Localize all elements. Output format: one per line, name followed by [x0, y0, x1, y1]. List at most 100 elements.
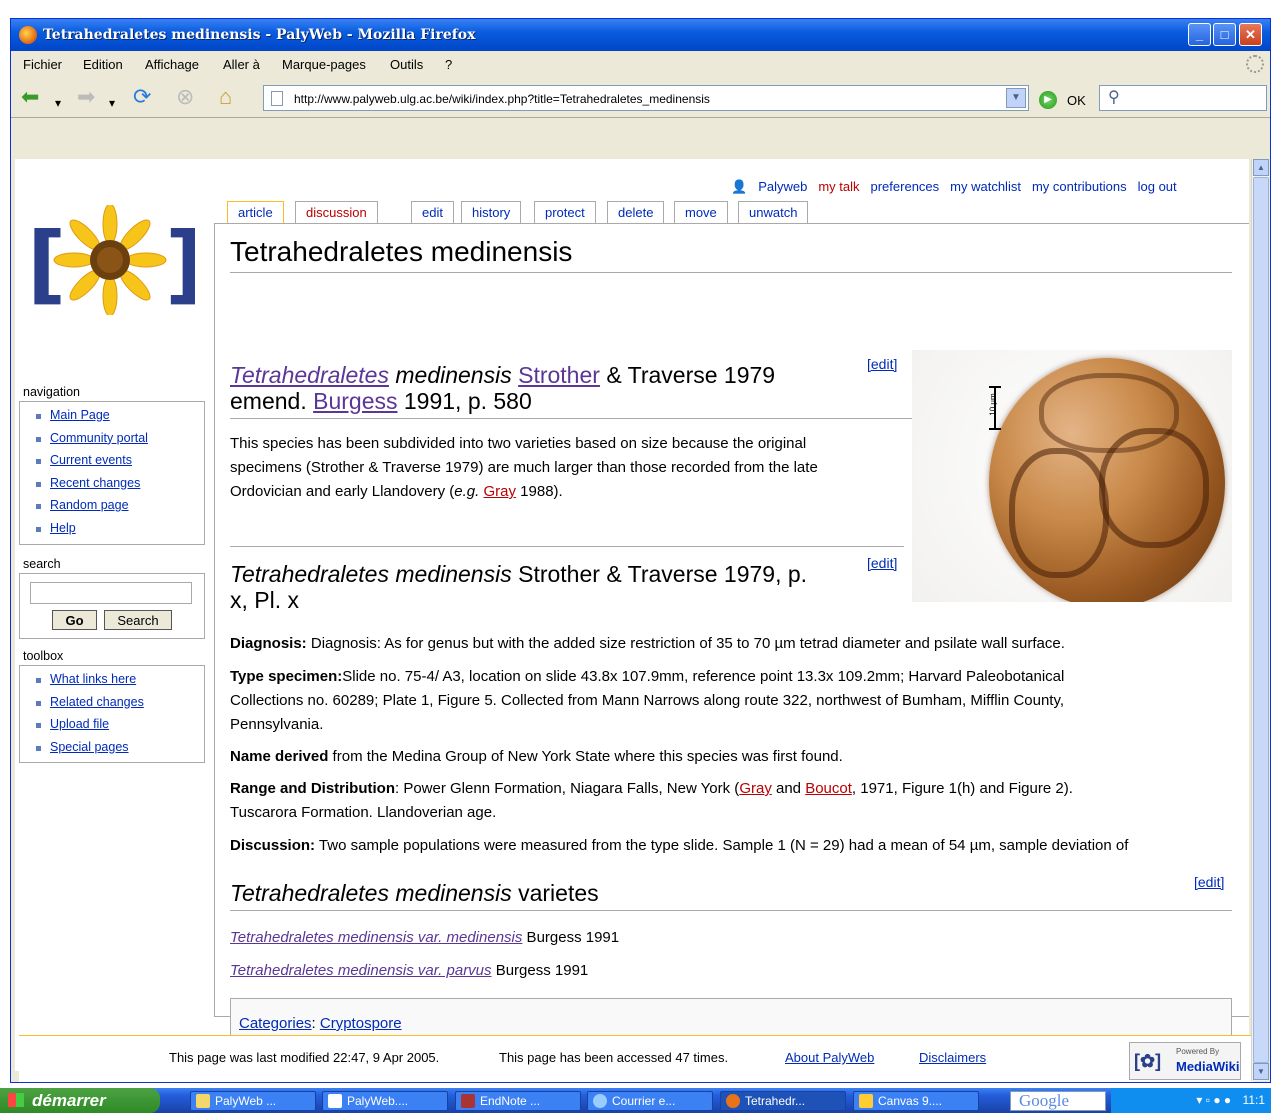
range-paragraph: Range and Distribution: Power Glenn Form…	[230, 777, 1240, 825]
range-text: Tuscarora Formation. Llandoverian age.	[230, 804, 497, 821]
variety-medinensis-link[interactable]: Tetrahedraletes medinensis var. medinens…	[230, 929, 522, 946]
gray-link[interactable]: Gray	[484, 483, 517, 500]
divider	[230, 546, 904, 547]
menu-edition[interactable]: Edition	[83, 57, 123, 72]
disclaimers-link[interactable]: Disclaimers	[919, 1050, 986, 1065]
search-button[interactable]: Search	[104, 610, 172, 630]
back-dropdown-icon[interactable]: ▾	[55, 91, 61, 115]
edit-section-3-link[interactable]: [edit]	[1194, 874, 1224, 890]
burgess-link[interactable]: Burgess	[313, 388, 397, 414]
scroll-up-icon[interactable]: ▲	[1253, 159, 1269, 176]
menu-help[interactable]: ?	[445, 57, 452, 72]
tab-protect[interactable]: protect	[534, 201, 596, 225]
nav-random-page[interactable]: Random page	[50, 498, 129, 512]
tab-unwatch[interactable]: unwatch	[738, 201, 809, 225]
task-palyweb-folder[interactable]: PalyWeb ...	[190, 1091, 316, 1111]
cryptospore-category-link[interactable]: Cryptospore	[320, 1015, 402, 1032]
palyweb-logo[interactable]: [ ]	[25, 203, 204, 317]
vertical-scrollbar[interactable]: ▲ ▼	[1251, 159, 1269, 1081]
toolbox-upload-file[interactable]: Upload file	[50, 717, 109, 731]
go-button[interactable]: Go	[52, 610, 97, 630]
tab-history[interactable]: history	[461, 201, 522, 225]
search-heading: search	[23, 557, 61, 571]
windows-taskbar: démarrer PalyWeb ... PalyWeb.... EndNote…	[0, 1088, 1271, 1113]
mediawiki-badge[interactable]: [✿] Powered By MediaWiki	[1129, 1042, 1241, 1080]
google-search-box[interactable]: Google	[1010, 1091, 1106, 1111]
home-icon[interactable]: ⌂	[219, 85, 232, 109]
page-icon	[271, 91, 283, 106]
specimen-image[interactable]: 10 µm	[912, 350, 1232, 602]
folder-icon	[196, 1094, 210, 1108]
search-bar[interactable]: ⚲	[1099, 85, 1267, 111]
address-bar[interactable]: http://www.palyweb.ulg.ac.be/wiki/index.…	[263, 85, 1029, 111]
user-icon: 👤	[731, 179, 748, 194]
nav-community-portal[interactable]: Community portal	[50, 431, 148, 445]
menu-fichier[interactable]: Fichier	[23, 57, 62, 72]
toolbox-what-links-here[interactable]: What links here	[50, 672, 136, 686]
watchlist-link[interactable]: my watchlist	[950, 179, 1021, 194]
variety-parvus-link[interactable]: Tetrahedraletes medinensis var. parvus	[230, 962, 492, 979]
intro-paragraph: This species has been subdivided into tw…	[230, 432, 910, 504]
tab-discussion[interactable]: discussion	[295, 201, 378, 225]
range-label: Range and Distribution	[230, 780, 395, 797]
close-button[interactable]: ✕	[1239, 23, 1262, 46]
scale-label: 10 µm	[988, 393, 998, 416]
article-content: Tetrahedraletes medinensis 10 µm [edit] …	[214, 223, 1249, 1050]
wiki-search-input[interactable]	[30, 582, 192, 604]
forward-dropdown-icon[interactable]: ▾	[109, 91, 115, 115]
forward-arrow-icon[interactable]: ➡	[77, 85, 95, 109]
menu-affichage[interactable]: Affichage	[145, 57, 199, 72]
gray-link-2[interactable]: Gray	[739, 780, 772, 797]
nav-main-page[interactable]: Main Page	[50, 408, 110, 422]
bookmarks-toolbar	[11, 117, 1270, 149]
task-endnote[interactable]: EndNote ...	[455, 1091, 581, 1111]
task-courrier[interactable]: Courrier e...	[587, 1091, 713, 1111]
tab-move[interactable]: move	[674, 201, 728, 225]
maximize-button[interactable]: □	[1213, 23, 1236, 46]
minimize-button[interactable]: _	[1188, 23, 1211, 46]
genus-link[interactable]: Tetrahedraletes	[230, 362, 389, 388]
variety-author: Burgess 1991	[522, 929, 620, 946]
scroll-thumb[interactable]	[1253, 177, 1269, 1063]
back-arrow-icon[interactable]: ⬅	[21, 85, 39, 109]
throbber-icon	[1246, 55, 1264, 73]
toolbox-related-changes[interactable]: Related changes	[50, 695, 144, 709]
stop-icon[interactable]: ⊗	[176, 85, 194, 109]
task-tetrahedraletes[interactable]: Tetrahedr...	[720, 1091, 846, 1111]
categories-link[interactable]: Categories	[239, 1015, 312, 1032]
title-bar[interactable]: Tetrahedraletes medinensis - PalyWeb - M…	[11, 19, 1270, 51]
edit-section-1-link[interactable]: [edit]	[867, 356, 897, 372]
user-link[interactable]: Palyweb	[758, 179, 807, 194]
about-link[interactable]: About PalyWeb	[785, 1050, 874, 1065]
nav-item: Community portal	[34, 431, 204, 454]
logout-link[interactable]: log out	[1138, 179, 1177, 194]
heading-rest: & Traverse 1979	[599, 362, 776, 388]
nav-item: Help	[34, 521, 204, 544]
tab-delete[interactable]: delete	[607, 201, 665, 225]
edit-section-2-link[interactable]: [edit]	[867, 555, 897, 571]
go-icon[interactable]: ▶	[1039, 91, 1057, 109]
reload-icon[interactable]: ⟳	[133, 85, 151, 109]
nav-help[interactable]: Help	[50, 521, 76, 535]
go-label[interactable]: OK	[1067, 93, 1086, 108]
contributions-link[interactable]: my contributions	[1032, 179, 1127, 194]
tab-edit[interactable]: edit	[411, 201, 454, 225]
scroll-down-icon[interactable]: ▼	[1253, 1063, 1269, 1080]
toolbox-special-pages[interactable]: Special pages	[50, 740, 129, 754]
my-talk-link[interactable]: my talk	[818, 179, 859, 194]
menu-aller[interactable]: Aller à	[223, 57, 260, 72]
start-button[interactable]: démarrer	[0, 1088, 160, 1113]
preferences-link[interactable]: preferences	[871, 179, 940, 194]
word-icon	[328, 1094, 342, 1108]
menu-outils[interactable]: Outils	[390, 57, 423, 72]
boucot-link[interactable]: Boucot	[805, 780, 852, 797]
task-palyweb-word[interactable]: PalyWeb....	[322, 1091, 448, 1111]
strother-link[interactable]: Strother	[518, 362, 600, 388]
nav-current-events[interactable]: Current events	[50, 453, 132, 467]
nav-recent-changes[interactable]: Recent changes	[50, 476, 140, 490]
address-dropdown-icon[interactable]: ▼	[1006, 88, 1026, 108]
clock[interactable]: 11:1	[1243, 1093, 1265, 1107]
task-canvas[interactable]: Canvas 9....	[853, 1091, 979, 1111]
type-specimen-text: Slide no. 75-4/ A3, location on slide 43…	[342, 668, 1065, 685]
menu-marque-pages[interactable]: Marque-pages	[282, 57, 366, 72]
